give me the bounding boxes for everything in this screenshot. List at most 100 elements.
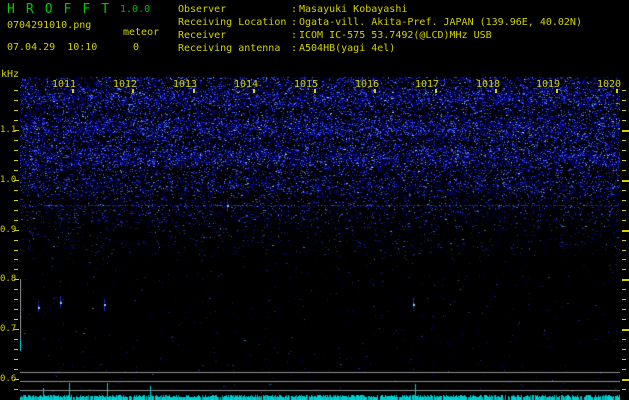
- axis-tick: [14, 160, 18, 161]
- time-axis-label: 1016: [354, 79, 380, 90]
- axis-tick: [72, 89, 74, 93]
- axis-tick: [622, 100, 626, 101]
- axis-tick: [14, 190, 18, 191]
- info-row-observer: Observer: Masayuki Kobayashi: [178, 3, 582, 16]
- axis-tick: [622, 379, 629, 381]
- info-value: ICOM IC-575 53.7492(@LCD)MHz USB: [299, 30, 492, 41]
- axis-tick: [622, 299, 626, 300]
- axis-tick: [14, 309, 18, 310]
- axis-tick: [14, 210, 18, 211]
- axis-tick: [622, 309, 626, 310]
- axis-tick: [14, 369, 18, 370]
- observation-mode: meteor: [123, 27, 160, 38]
- axis-tick: [622, 140, 626, 141]
- axis-tick: [314, 89, 316, 93]
- axis-tick: [14, 259, 18, 260]
- axis-tick: [622, 190, 626, 191]
- axis-tick: [622, 240, 626, 241]
- axis-tick: [14, 389, 18, 390]
- station-info: Observer: Masayuki Kobayashi Receiving Lo…: [178, 3, 582, 55]
- info-label: Observer: [178, 4, 227, 15]
- axis-tick: [622, 329, 629, 331]
- axis-tick: [622, 230, 629, 232]
- app-version: 1.0.0: [120, 4, 151, 15]
- axis-tick: [622, 120, 626, 121]
- time-axis-label: 1018: [475, 79, 501, 90]
- axis-tick: [622, 319, 626, 320]
- info-separator: :: [291, 30, 298, 41]
- time-axis-label: 1012: [112, 79, 138, 90]
- info-value: Masayuki Kobayashi: [299, 4, 408, 15]
- hrofft-output-image: H R O F F T 1.0.0 0704291010.png meteor …: [0, 0, 629, 400]
- freq-axis-label: 1.1: [0, 125, 17, 135]
- freq-axis-label: 0.7: [0, 324, 17, 334]
- axis-tick: [622, 220, 626, 221]
- spectrogram: [20, 74, 620, 400]
- axis-tick: [253, 89, 255, 93]
- axis-tick: [14, 269, 18, 270]
- info-separator: :: [291, 4, 298, 15]
- axis-tick: [622, 160, 626, 161]
- axis-tick: [622, 269, 626, 270]
- app-title: H R O F F T: [7, 2, 111, 17]
- axis-tick: [14, 170, 18, 171]
- axis-tick: [374, 89, 376, 93]
- axis-tick: [622, 289, 626, 290]
- axis-tick: [622, 210, 626, 211]
- axis-tick: [14, 349, 18, 350]
- info-row-location: Receiving Location: Ogata-vill. Akita-Pre…: [178, 16, 582, 29]
- axis-tick: [14, 90, 18, 91]
- freq-axis-label: 1.0: [0, 175, 17, 185]
- time-axis-label: 1015: [293, 79, 319, 90]
- axis-tick: [622, 259, 626, 260]
- axis-tick: [14, 150, 18, 151]
- axis-tick: [14, 220, 18, 221]
- axis-tick: [622, 110, 626, 111]
- echo-count: 0: [133, 42, 140, 53]
- info-label: Receiver: [178, 30, 227, 41]
- axis-tick: [14, 110, 18, 111]
- axis-tick: [556, 89, 558, 93]
- axis-tick: [14, 240, 18, 241]
- axis-tick: [14, 100, 18, 101]
- axis-tick: [495, 89, 497, 93]
- axis-tick: [193, 89, 195, 93]
- axis-tick: [622, 349, 626, 350]
- axis-tick: [616, 89, 618, 93]
- time-axis-label: 1020: [596, 79, 622, 90]
- info-label: Receiving antenna: [178, 43, 281, 54]
- time-axis-label: 1011: [51, 79, 77, 90]
- axis-tick: [622, 250, 626, 251]
- axis-tick: [622, 200, 626, 201]
- time-axis-label: 1017: [414, 79, 440, 90]
- info-row-antenna: Receiving antenna: A504HB(yagi 4el): [178, 42, 582, 55]
- axis-tick: [14, 289, 18, 290]
- info-separator: :: [291, 17, 298, 28]
- axis-tick: [622, 170, 626, 171]
- axis-tick: [622, 359, 626, 360]
- axis-tick: [622, 130, 629, 132]
- info-label: Receiving Location: [178, 17, 287, 28]
- axis-tick: [14, 250, 18, 251]
- axis-tick: [14, 299, 18, 300]
- axis-tick: [622, 150, 626, 151]
- time-axis-label: 1014: [233, 79, 259, 90]
- freq-axis-label: 0.6: [0, 374, 17, 384]
- info-row-receiver: Receiver: ICOM IC-575 53.7492(@LCD)MHz US…: [178, 29, 582, 42]
- axis-tick: [435, 89, 437, 93]
- axis-tick: [14, 200, 18, 201]
- freq-axis-unit: kHz: [1, 69, 20, 80]
- info-value: Ogata-vill. Akita-Pref. JAPAN (139.96E, …: [299, 17, 582, 28]
- axis-tick: [622, 180, 629, 182]
- axis-tick: [622, 389, 626, 390]
- time-axis-label: 1019: [535, 79, 561, 90]
- output-filename: 0704291010.png: [7, 20, 92, 31]
- axis-tick: [14, 120, 18, 121]
- axis-tick: [622, 339, 626, 340]
- freq-axis-label: 0.8: [0, 274, 17, 284]
- axis-tick: [14, 319, 18, 320]
- axis-tick: [622, 369, 626, 370]
- axis-tick: [622, 279, 629, 281]
- info-separator: :: [291, 43, 298, 54]
- axis-tick: [622, 90, 626, 91]
